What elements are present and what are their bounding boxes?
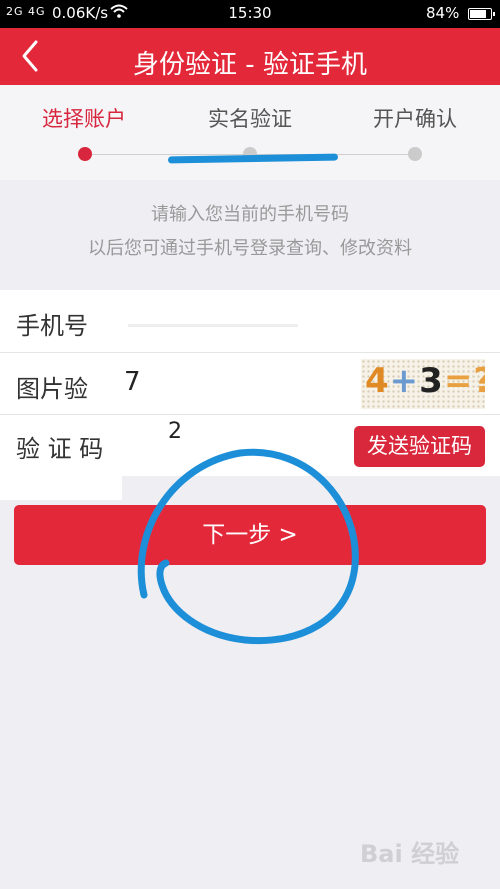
step-label-real-name: 实名验证 bbox=[208, 107, 292, 131]
nav-bar: 身份验证 - 验证手机 bbox=[0, 28, 500, 85]
code-input[interactable]: 2 bbox=[168, 419, 182, 444]
captcha-row: 图片验 7 4+3=? bbox=[0, 352, 500, 414]
next-step-button[interactable]: 下一步 > bbox=[14, 505, 486, 565]
status-bar: 2G 4G 0.06K/s 15:30 84% bbox=[0, 0, 500, 28]
verification-form: 手机号 图片验 7 4+3=? 验 证 码 2 发送验证码 bbox=[0, 290, 500, 500]
phone-input[interactable] bbox=[128, 324, 298, 327]
annotation-underline bbox=[167, 153, 339, 164]
step-indicator: 选择账户 实名验证 开户确认 bbox=[0, 85, 500, 180]
battery-icon bbox=[468, 8, 495, 20]
code-label: 验 证 码 bbox=[16, 435, 104, 463]
code-row: 验 证 码 2 发送验证码 bbox=[0, 414, 500, 476]
battery-percent: 84% bbox=[426, 4, 460, 22]
phone-row[interactable]: 手机号 bbox=[0, 290, 500, 352]
page-title: 身份验证 - 验证手机 bbox=[133, 50, 367, 80]
step-dot-3 bbox=[408, 147, 422, 161]
hint-line-1: 请输入您当前的手机号码 bbox=[151, 204, 349, 225]
captcha-label: 图片验 bbox=[16, 375, 88, 403]
step-label-confirm: 开户确认 bbox=[373, 107, 457, 131]
captcha-input[interactable]: 7 bbox=[124, 367, 141, 397]
watermark: Bai 经验 bbox=[360, 840, 460, 868]
phone-label: 手机号 bbox=[16, 312, 88, 340]
captcha-image[interactable]: 4+3=? bbox=[361, 359, 485, 409]
clock: 15:30 bbox=[228, 4, 272, 22]
hint-line-2: 以后您可通过手机号登录查询、修改资料 bbox=[88, 238, 412, 259]
send-code-button[interactable]: 发送验证码 bbox=[354, 426, 485, 467]
step-dot-1 bbox=[78, 147, 92, 161]
step-label-select-account: 选择账户 bbox=[42, 107, 126, 131]
